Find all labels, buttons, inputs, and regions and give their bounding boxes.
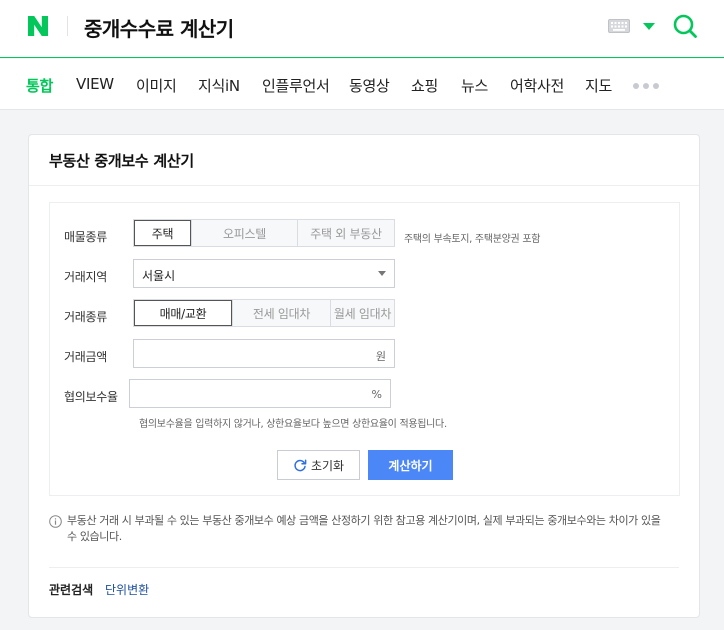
search-icon[interactable] bbox=[672, 13, 698, 39]
reset-button[interactable]: 초기화 bbox=[277, 450, 360, 480]
region-select-value: 서울시 bbox=[142, 269, 176, 283]
property-type-other[interactable]: 주택 외 부동산 bbox=[297, 220, 394, 246]
calculator-form: 매물종류 주택 오피스텔 주택 외 부동산 주택의 부속토지, 주택분양권 포함… bbox=[49, 202, 680, 496]
property-type-house[interactable]: 주택 bbox=[134, 220, 191, 246]
region-select[interactable]: 서울시 bbox=[133, 259, 395, 288]
property-type-helper: 주택의 부속토지, 주택분양권 포함 bbox=[404, 234, 541, 245]
card-divider bbox=[29, 185, 699, 186]
amount-unit: 원 bbox=[375, 350, 386, 363]
related-divider bbox=[49, 567, 679, 568]
keyboard-icon[interactable] bbox=[608, 19, 630, 33]
calculate-button[interactable]: 계산하기 bbox=[368, 450, 453, 480]
tab-news[interactable]: 뉴스 bbox=[461, 75, 488, 96]
deal-type-selector: 매매/교환 전세 임대차 월세 임대차 bbox=[133, 299, 395, 327]
property-type-officetel[interactable]: 오피스텔 bbox=[191, 220, 297, 246]
rate-field[interactable]: % bbox=[129, 379, 391, 408]
property-type-label: 매물종류 bbox=[64, 230, 107, 244]
tab-influencer[interactable]: 인플루언서 bbox=[262, 75, 330, 96]
calculator-title: 부동산 중개보수 계산기 bbox=[49, 152, 194, 170]
deal-type-monthly[interactable]: 월세 임대차 bbox=[330, 300, 394, 326]
header-divider bbox=[67, 16, 68, 36]
tab-map[interactable]: 지도 bbox=[585, 75, 612, 96]
related-search-label: 관련검색 bbox=[49, 583, 94, 597]
tab-shopping[interactable]: 쇼핑 bbox=[411, 75, 438, 96]
tab-view[interactable]: VIEW bbox=[76, 75, 114, 93]
naver-logo-icon bbox=[28, 16, 48, 36]
property-type-selector: 주택 오피스텔 주택 외 부동산 bbox=[133, 219, 395, 247]
rate-helper: 협의보수율을 입력하지 않거나, 상한요율보다 높으면 상한요율이 적용됩니다. bbox=[139, 419, 447, 430]
deal-type-label: 거래종류 bbox=[64, 310, 107, 324]
search-tabs: 통합 VIEW 이미지 지식iN 인플루언서 동영상 쇼핑 뉴스 어학사전 지도 bbox=[0, 59, 724, 110]
refresh-icon bbox=[294, 459, 307, 472]
amount-label: 거래금액 bbox=[64, 350, 107, 364]
reset-button-label: 초기화 bbox=[310, 458, 345, 473]
more-tabs-icon[interactable] bbox=[633, 83, 659, 89]
amount-field[interactable]: 원 bbox=[133, 339, 395, 368]
caret-down-icon bbox=[378, 271, 386, 276]
search-query-title[interactable]: 중개수수료 계산기 bbox=[84, 13, 234, 42]
tab-dictionary[interactable]: 어학사전 bbox=[510, 75, 564, 96]
tab-all[interactable]: 통합 bbox=[26, 75, 53, 96]
disclaimer-text: 부동산 거래 시 부과될 수 있는 부동산 중개보수 예상 금액을 산정하기 위… bbox=[67, 514, 661, 543]
tab-kin[interactable]: 지식iN bbox=[198, 75, 240, 96]
tab-video[interactable]: 동영상 bbox=[349, 75, 390, 96]
tab-images[interactable]: 이미지 bbox=[136, 75, 177, 96]
related-link-unit-conversion[interactable]: 단위변환 bbox=[105, 581, 149, 598]
deal-type-sale[interactable]: 매매/교환 bbox=[134, 300, 232, 326]
search-header: 중개수수료 계산기 bbox=[0, 0, 724, 58]
rate-label: 협의보수율 bbox=[64, 390, 118, 404]
rate-input[interactable] bbox=[130, 380, 351, 407]
deal-type-jeonse[interactable]: 전세 임대차 bbox=[232, 300, 330, 326]
autocomplete-toggle-icon[interactable] bbox=[643, 23, 655, 31]
naver-logo[interactable] bbox=[26, 14, 50, 38]
region-label: 거래지역 bbox=[64, 270, 107, 284]
amount-input[interactable] bbox=[134, 340, 355, 367]
rate-unit: % bbox=[371, 388, 382, 401]
brokerage-calculator-card: 부동산 중개보수 계산기 매물종류 주택 오피스텔 주택 외 부동산 주택의 부… bbox=[28, 134, 700, 618]
info-icon bbox=[49, 515, 62, 528]
